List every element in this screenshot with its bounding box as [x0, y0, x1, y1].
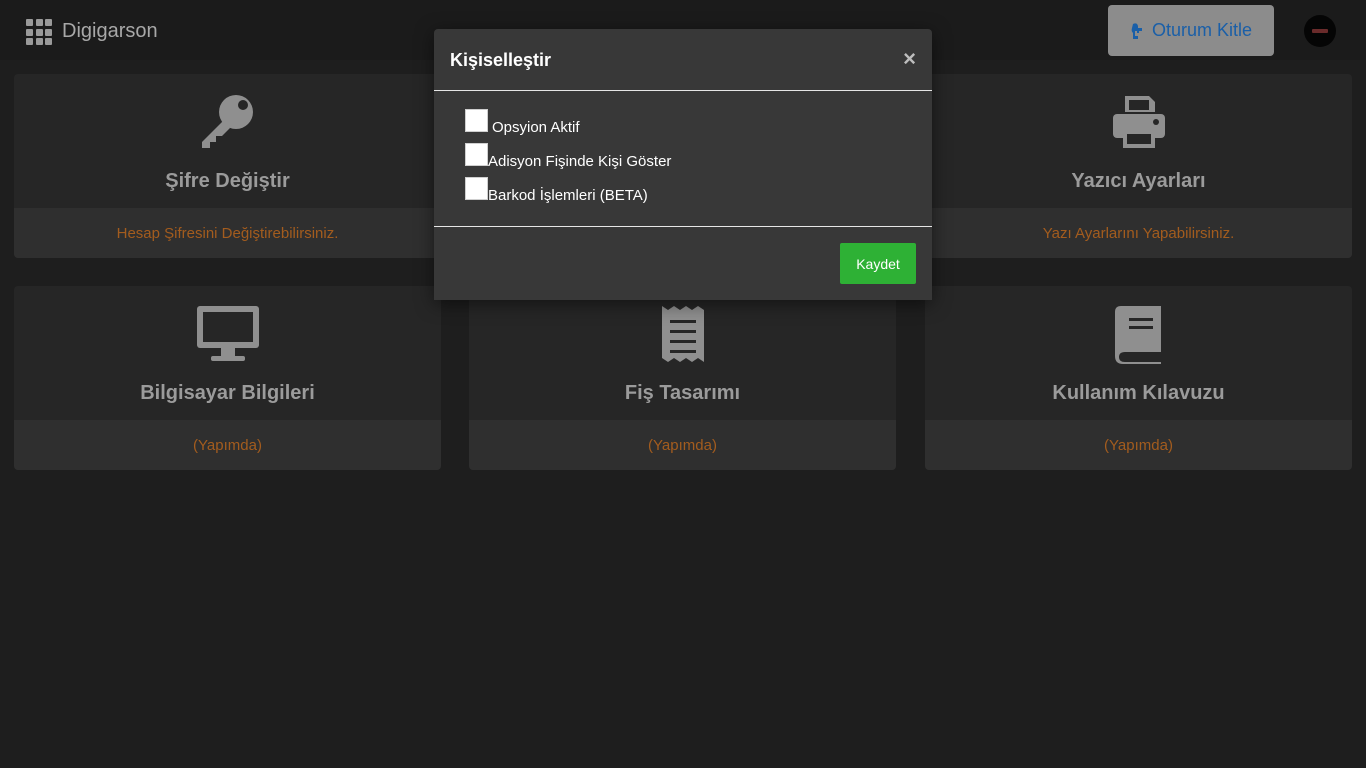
- option-row: Opsyion Aktif: [465, 109, 580, 136]
- modal-body: Opsyion Aktif Adisyon Fişinde Kişi Göste…: [434, 92, 932, 226]
- option-checkbox[interactable]: [465, 143, 488, 166]
- personalize-modal: Kişiselleştir × Opsyion Aktif Adisyon Fi…: [434, 29, 932, 300]
- option-checkbox[interactable]: [465, 177, 488, 200]
- option-label: Opsyion Aktif: [492, 119, 580, 136]
- option-label: Barkod İşlemleri (BETA): [488, 187, 648, 204]
- option-row: Adisyon Fişinde Kişi Göster: [465, 143, 671, 170]
- modal-title: Kişiselleştir: [450, 50, 552, 70]
- option-label: Adisyon Fişinde Kişi Göster: [488, 153, 672, 170]
- option-row: Barkod İşlemleri (BETA): [465, 177, 648, 204]
- option-checkbox[interactable]: [465, 109, 488, 132]
- modal-footer: Kaydet: [434, 226, 932, 300]
- close-icon[interactable]: ×: [903, 48, 916, 70]
- save-button[interactable]: Kaydet: [840, 243, 916, 284]
- modal-header: Kişiselleştir ×: [434, 29, 932, 91]
